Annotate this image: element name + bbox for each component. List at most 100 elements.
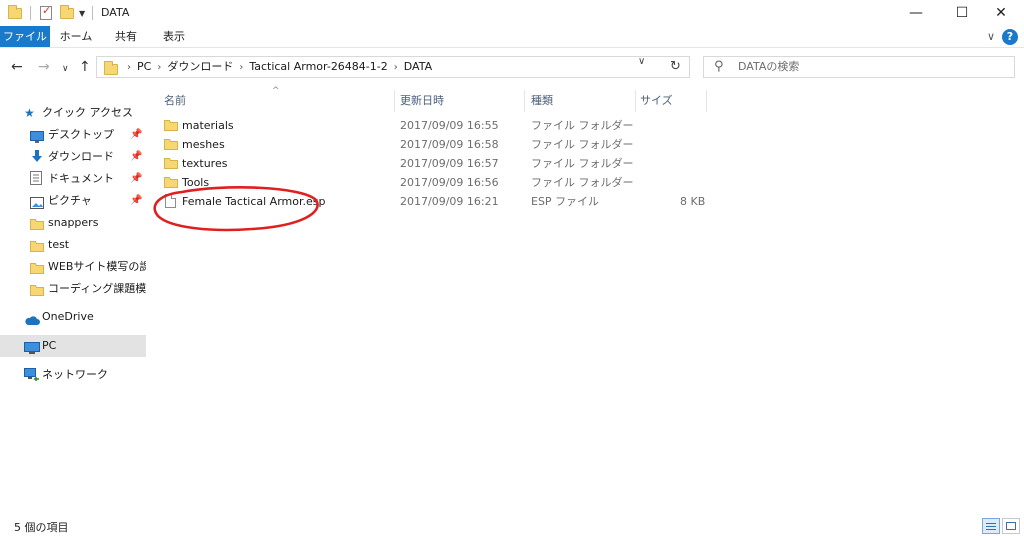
chevron-right-icon[interactable]: › [394, 62, 398, 73]
file-modified: 2017/09/09 16:21 [400, 195, 499, 208]
tab-file[interactable]: ファイル [0, 26, 50, 47]
pin-icon[interactable]: 📌 [130, 190, 142, 212]
file-size: 8 KB [680, 195, 706, 208]
sidebar-item-label: ドキュメント [48, 172, 114, 185]
download-icon [30, 149, 44, 168]
list-item[interactable]: Tools 2017/09/09 16:56 ファイル フォルダー [146, 173, 1024, 192]
file-modified: 2017/09/09 16:55 [400, 119, 499, 132]
column-divider[interactable] [524, 90, 525, 112]
search-box[interactable]: ⚲ DATAの検索 [703, 56, 1015, 78]
navigation-bar: ← → ∨ ↑ › PC › ダウンロード › Tactical Armor-26484-… [0, 48, 1024, 86]
list-item[interactable]: Female Tactical Armor.esp 2017/09/09 16:… [146, 192, 1024, 211]
tab-home[interactable]: ホーム [56, 26, 96, 47]
breadcrumb-downloads[interactable]: ダウンロード [167, 60, 233, 73]
folder-icon [30, 282, 44, 300]
address-dropdown-icon[interactable]: ∨ [638, 56, 645, 67]
file-name: textures [182, 157, 228, 170]
network-icon [24, 368, 40, 386]
pin-icon[interactable]: 📌 [130, 146, 142, 168]
folder-icon [30, 216, 44, 234]
breadcrumb: › PC › ダウンロード › Tactical Armor-26484-1-2 › DATA [121, 57, 432, 77]
column-header-size[interactable]: サイズ [640, 90, 706, 112]
pin-icon[interactable]: 📌 [130, 124, 142, 146]
computer-icon [24, 340, 40, 357]
item-count: 5 個の項目 [14, 521, 69, 534]
file-name: Tools [182, 176, 210, 189]
close-button[interactable]: ✕ [978, 0, 1024, 26]
sidebar-item-label: WEBサイト模写の課題 [48, 260, 146, 273]
sidebar-item-label: クイック アクセス [42, 106, 133, 119]
forward-button[interactable]: → [38, 59, 50, 75]
sidebar-item-label: コーディング課題模写 [48, 282, 146, 295]
breadcrumb-data[interactable]: DATA [404, 60, 432, 73]
file-name: materials [182, 119, 234, 132]
sidebar-item-onedrive[interactable]: OneDrive [0, 306, 146, 328]
breadcrumb-tactical-armor[interactable]: Tactical Armor-26484-1-2 [249, 60, 387, 73]
folder-icon [30, 260, 44, 278]
sidebar-item-coding-copy[interactable]: コーディング課題模写 [0, 278, 146, 300]
sidebar-item-desktop[interactable]: デスクトップ 📌 [0, 124, 146, 146]
star-icon: ★ [24, 106, 35, 120]
pin-icon[interactable]: 📌 [130, 168, 142, 190]
tab-view[interactable]: 表示 [156, 26, 192, 47]
sidebar-item-quick-access[interactable]: ★ クイック アクセス [0, 102, 146, 124]
expand-ribbon-icon[interactable]: ∨ [987, 29, 995, 45]
minimize-button[interactable]: — [893, 0, 939, 26]
column-divider[interactable] [394, 90, 395, 112]
address-bar[interactable]: › PC › ダウンロード › Tactical Armor-26484-1-2 › DATA [96, 56, 690, 78]
sidebar-item-pc[interactable]: PC [0, 335, 146, 357]
recent-locations-button[interactable]: ∨ [62, 61, 69, 77]
help-icon[interactable]: ? [1002, 29, 1018, 45]
column-header-modified[interactable]: 更新日時 [400, 90, 524, 112]
search-input[interactable]: DATAの検索 [738, 57, 799, 77]
folder-icon [8, 4, 22, 21]
tab-share[interactable]: 共有 [108, 26, 144, 47]
details-view-button[interactable] [982, 518, 1000, 534]
sidebar-item-label: test [48, 238, 70, 251]
list-item[interactable]: textures 2017/09/09 16:57 ファイル フォルダー [146, 154, 1024, 173]
qa-separator [30, 5, 31, 21]
sidebar-item-label: ダウンロード [48, 150, 114, 163]
list-item[interactable]: meshes 2017/09/09 16:58 ファイル フォルダー [146, 135, 1024, 154]
column-header-type[interactable]: 種類 [531, 90, 635, 112]
column-header-name[interactable]: 名前 ^ [164, 86, 394, 112]
ribbon-tabs: ファイル ホーム 共有 表示 ∨ ? [0, 26, 1024, 48]
sidebar-item-label: ピクチャ [48, 194, 92, 207]
file-icon [165, 194, 176, 208]
file-name: meshes [182, 138, 225, 151]
sidebar-item-network[interactable]: ネットワーク [0, 364, 146, 386]
refresh-button[interactable]: ↻ [662, 56, 690, 78]
file-name: Female Tactical Armor.esp [182, 195, 326, 208]
breadcrumb-pc[interactable]: PC [137, 60, 151, 73]
file-list: 名前 ^ 更新日時 種類 サイズ materials 2017/09/09 16… [146, 86, 1024, 516]
desktop-icon [30, 129, 44, 146]
list-item[interactable]: materials 2017/09/09 16:55 ファイル フォルダー [146, 116, 1024, 135]
chevron-right-icon[interactable]: › [239, 62, 243, 73]
file-type: ESP ファイル [531, 195, 600, 208]
title-bar: ▼ DATA — ☐ ✕ [0, 0, 1024, 26]
file-type: ファイル フォルダー [531, 119, 634, 132]
sidebar-item-label: PC [42, 339, 57, 352]
search-icon: ⚲ [714, 59, 724, 74]
up-button[interactable]: ↑ [79, 59, 91, 75]
status-bar: 5 個の項目 [0, 516, 1024, 536]
new-folder-icon[interactable] [60, 4, 74, 21]
customize-toolbar-arrow-icon[interactable]: ▼ [79, 5, 85, 21]
folder-icon [104, 61, 118, 75]
sidebar-item-downloads[interactable]: ダウンロード 📌 [0, 146, 146, 168]
sidebar-item-web-site-copy[interactable]: WEBサイト模写の課題 [0, 256, 146, 278]
back-button[interactable]: ← [11, 59, 23, 75]
sidebar-item-pictures[interactable]: ピクチャ 📌 [0, 190, 146, 212]
large-icons-view-button[interactable] [1002, 518, 1020, 534]
sidebar-item-snappers[interactable]: snappers [0, 212, 146, 234]
file-type: ファイル フォルダー [531, 138, 634, 151]
chevron-right-icon[interactable]: › [157, 62, 161, 73]
column-divider[interactable] [635, 90, 636, 112]
sidebar-item-label: snappers [48, 216, 99, 229]
chevron-right-icon: › [127, 62, 131, 73]
sidebar-item-test[interactable]: test [0, 234, 146, 256]
sort-ascending-icon: ^ [272, 86, 280, 96]
properties-icon[interactable] [40, 4, 52, 21]
sidebar-item-documents[interactable]: ドキュメント 📌 [0, 168, 146, 190]
column-divider[interactable] [706, 90, 707, 112]
